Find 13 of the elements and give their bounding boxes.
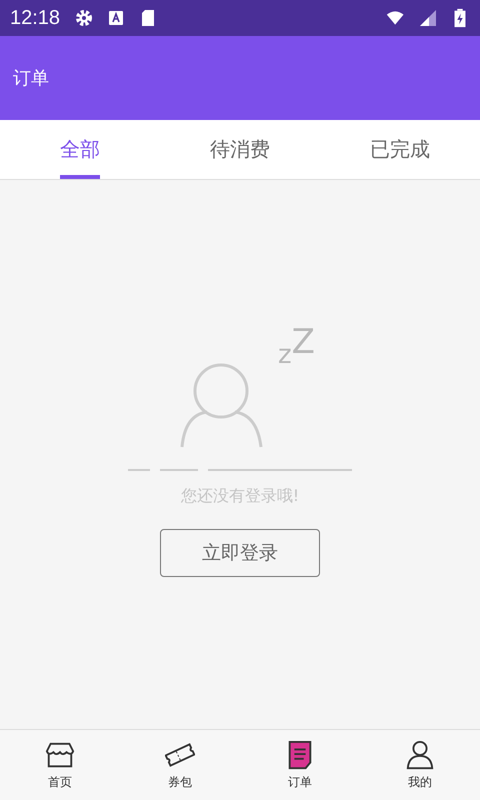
status-time: 12:18: [10, 6, 60, 30]
nav-item[interactable]: 订单: [240, 730, 360, 800]
nav-item[interactable]: 首页: [0, 730, 120, 800]
nav-item[interactable]: 券包: [120, 730, 240, 800]
tab[interactable]: 已完成: [370, 124, 430, 179]
gear-icon: [74, 8, 94, 28]
page-title: 订单: [13, 67, 49, 90]
user-icon: [405, 740, 435, 770]
tab[interactable]: 待消费: [210, 124, 270, 179]
nav-item[interactable]: 我的: [360, 730, 480, 800]
tab[interactable]: 全部: [60, 124, 100, 179]
signal-icon: [418, 8, 438, 28]
login-button[interactable]: 立即登录: [160, 529, 320, 577]
